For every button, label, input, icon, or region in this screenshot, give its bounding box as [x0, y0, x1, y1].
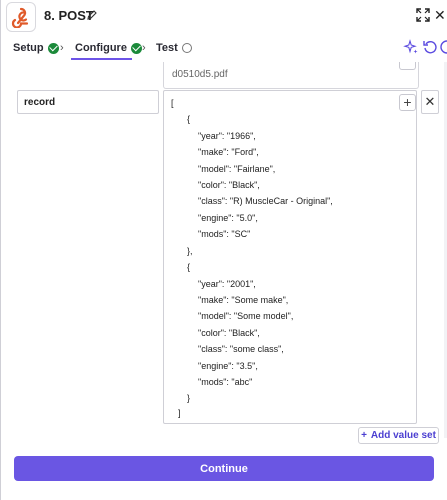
tab-label: Setup [13, 42, 44, 54]
active-tab-indicator [71, 58, 132, 60]
json-line: "year": "1966", [198, 131, 256, 141]
add-value-set-label: Add value set [370, 430, 436, 441]
help-icon[interactable] [439, 39, 447, 55]
json-line: { [187, 114, 191, 124]
json-line: "class": "R) MuscleCar - Original", [198, 196, 333, 206]
json-line: "engine": "5.0", [198, 213, 258, 223]
json-line: "make": "Some make", [198, 295, 289, 305]
json-line: "color": "Black", [198, 180, 260, 190]
remove-field-button[interactable]: ✕ [421, 90, 439, 114]
chevron-right-icon: › [60, 42, 64, 54]
tab-label: Configure [75, 42, 127, 54]
tab-setup[interactable]: Setup [13, 42, 59, 54]
record-key-field[interactable]: record [17, 90, 159, 114]
check-icon [130, 42, 142, 54]
step-header: 8. POST ✕ [1, 0, 447, 34]
previous-plus-button[interactable] [399, 62, 416, 70]
tab-configure[interactable]: Configure [75, 42, 142, 54]
json-line: "engine": "3.5", [198, 361, 258, 371]
json-line: "color": "Black", [198, 328, 260, 338]
json-line: { [187, 262, 191, 272]
refresh-icon[interactable] [422, 39, 438, 55]
close-icon[interactable]: ✕ [434, 7, 446, 24]
previous-value-text: d0510d5.pdf [172, 69, 228, 80]
plus-icon: + [361, 430, 367, 441]
step-panel: 8. POST ✕ Setup › Configure › Test d0510… [0, 0, 447, 500]
tab-label: Test [156, 42, 178, 54]
json-line: } [187, 393, 191, 403]
expand-icon[interactable] [416, 8, 430, 22]
pencil-icon[interactable] [86, 9, 98, 21]
sparkle-icon[interactable] [403, 39, 419, 55]
json-line: "model": "Some model", [198, 311, 294, 321]
json-line: "mods": "abc" [198, 377, 253, 387]
continue-label: Continue [200, 462, 248, 475]
json-line: "year": "2001", [198, 279, 256, 289]
chevron-right-icon: › [142, 42, 146, 54]
insert-data-button[interactable]: + [399, 94, 416, 111]
continue-button[interactable]: Continue [14, 456, 434, 481]
json-line: "class": "some class", [198, 344, 284, 354]
add-value-set-button[interactable]: + Add value set [358, 427, 439, 444]
json-line: "mods": "SC" [198, 229, 251, 239]
step-tabs: Setup › Configure › Test [1, 34, 447, 63]
json-line: ] [178, 408, 181, 418]
json-line: "make": "Ford", [198, 147, 259, 157]
webhook-icon [6, 2, 36, 32]
json-line: }, [187, 246, 193, 256]
tab-test[interactable]: Test [156, 42, 192, 54]
configure-form: d0510d5.pdf record + ✕ [ { "year": "1966… [1, 62, 447, 438]
check-icon [47, 42, 59, 54]
json-line: [ [171, 98, 174, 108]
json-line: "model": "Fairlane", [198, 164, 276, 174]
pending-icon [181, 43, 192, 53]
